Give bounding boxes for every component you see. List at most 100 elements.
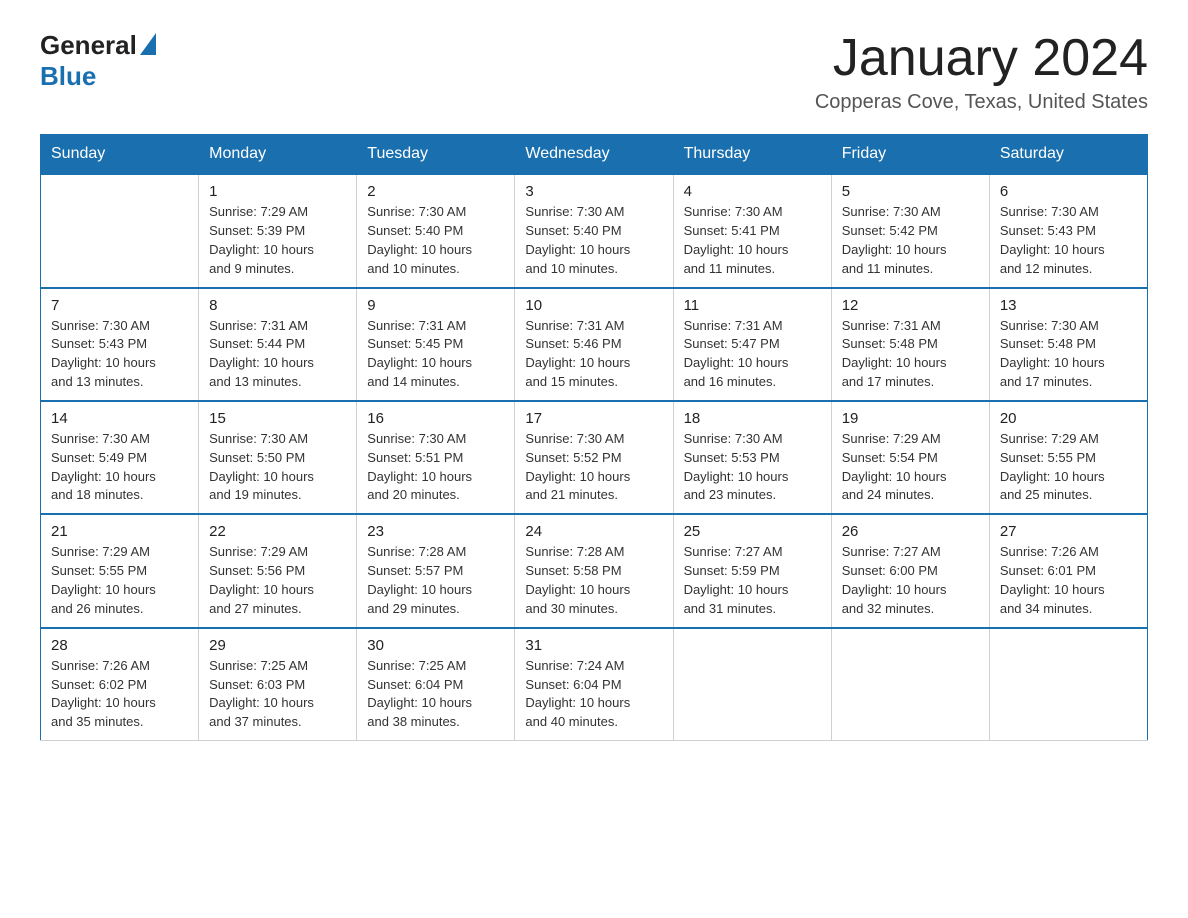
day-number: 20 bbox=[1000, 410, 1137, 427]
calendar-cell: 11 Sunrise: 7:31 AM Sunset: 5:47 PM Dayli… bbox=[673, 288, 831, 401]
day-number: 3 bbox=[525, 183, 662, 200]
day-info: Sunrise: 7:29 AM Sunset: 5:55 PM Dayligh… bbox=[51, 543, 188, 618]
day-info: Sunrise: 7:29 AM Sunset: 5:54 PM Dayligh… bbox=[842, 430, 979, 505]
calendar-cell: 26 Sunrise: 7:27 AM Sunset: 6:00 PM Dayli… bbox=[831, 514, 989, 627]
day-info: Sunrise: 7:30 AM Sunset: 5:49 PM Dayligh… bbox=[51, 430, 188, 505]
calendar-cell: 28Sunrise: 7:26 AM Sunset: 6:02 PM Dayli… bbox=[41, 628, 199, 741]
day-info: Sunrise: 7:30 AM Sunset: 5:52 PM Dayligh… bbox=[525, 430, 662, 505]
day-number: 29 bbox=[209, 637, 346, 654]
day-info: Sunrise: 7:31 AM Sunset: 5:46 PM Dayligh… bbox=[525, 317, 662, 392]
day-info: Sunrise: 7:30 AM Sunset: 5:50 PM Dayligh… bbox=[209, 430, 346, 505]
week-row: 1Sunrise: 7:29 AM Sunset: 5:39 PM Daylig… bbox=[41, 174, 1148, 287]
logo-general-text: General bbox=[40, 30, 137, 61]
calendar-cell: 22 Sunrise: 7:29 AM Sunset: 5:56 PM Dayli… bbox=[199, 514, 357, 627]
calendar-cell bbox=[831, 628, 989, 741]
day-info: Sunrise: 7:26 AM Sunset: 6:01 PM Dayligh… bbox=[1000, 543, 1137, 618]
week-row: 28Sunrise: 7:26 AM Sunset: 6:02 PM Dayli… bbox=[41, 628, 1148, 741]
header-col-wednesday: Wednesday bbox=[515, 135, 673, 175]
day-number: 19 bbox=[842, 410, 979, 427]
calendar-cell: 19 Sunrise: 7:29 AM Sunset: 5:54 PM Dayli… bbox=[831, 401, 989, 514]
day-info: Sunrise: 7:31 AM Sunset: 5:45 PM Dayligh… bbox=[367, 317, 504, 392]
calendar-cell: 3 Sunrise: 7:30 AM Sunset: 5:40 PM Daylig… bbox=[515, 174, 673, 287]
calendar-cell: 9 Sunrise: 7:31 AM Sunset: 5:45 PM Daylig… bbox=[357, 288, 515, 401]
calendar-cell bbox=[989, 628, 1147, 741]
day-info: Sunrise: 7:27 AM Sunset: 5:59 PM Dayligh… bbox=[684, 543, 821, 618]
calendar-cell bbox=[673, 628, 831, 741]
calendar-cell: 16 Sunrise: 7:30 AM Sunset: 5:51 PM Dayli… bbox=[357, 401, 515, 514]
header-col-monday: Monday bbox=[199, 135, 357, 175]
day-number: 6 bbox=[1000, 183, 1137, 200]
calendar-cell: 4Sunrise: 7:30 AM Sunset: 5:41 PM Daylig… bbox=[673, 174, 831, 287]
day-number: 18 bbox=[684, 410, 821, 427]
logo: General Blue bbox=[40, 30, 156, 92]
calendar-cell: 14 Sunrise: 7:30 AM Sunset: 5:49 PM Dayli… bbox=[41, 401, 199, 514]
day-info: Sunrise: 7:30 AM Sunset: 5:51 PM Dayligh… bbox=[367, 430, 504, 505]
calendar-cell: 13 Sunrise: 7:30 AM Sunset: 5:48 PM Dayli… bbox=[989, 288, 1147, 401]
calendar-table: SundayMondayTuesdayWednesdayThursdayFrid… bbox=[40, 134, 1148, 741]
header-col-thursday: Thursday bbox=[673, 135, 831, 175]
calendar-cell: 18 Sunrise: 7:30 AM Sunset: 5:53 PM Dayli… bbox=[673, 401, 831, 514]
day-number: 21 bbox=[51, 523, 188, 540]
day-number: 23 bbox=[367, 523, 504, 540]
day-number: 7 bbox=[51, 297, 188, 314]
calendar-cell: 15 Sunrise: 7:30 AM Sunset: 5:50 PM Dayli… bbox=[199, 401, 357, 514]
main-title: January 2024 bbox=[815, 30, 1148, 87]
week-row: 21 Sunrise: 7:29 AM Sunset: 5:55 PM Dayli… bbox=[41, 514, 1148, 627]
day-number: 12 bbox=[842, 297, 979, 314]
calendar-cell: 24 Sunrise: 7:28 AM Sunset: 5:58 PM Dayli… bbox=[515, 514, 673, 627]
day-info: Sunrise: 7:30 AM Sunset: 5:53 PM Dayligh… bbox=[684, 430, 821, 505]
calendar-cell: 27Sunrise: 7:26 AM Sunset: 6:01 PM Dayli… bbox=[989, 514, 1147, 627]
day-info: Sunrise: 7:28 AM Sunset: 5:57 PM Dayligh… bbox=[367, 543, 504, 618]
calendar-cell: 29Sunrise: 7:25 AM Sunset: 6:03 PM Dayli… bbox=[199, 628, 357, 741]
calendar-cell: 6 Sunrise: 7:30 AM Sunset: 5:43 PM Daylig… bbox=[989, 174, 1147, 287]
day-number: 22 bbox=[209, 523, 346, 540]
day-number: 10 bbox=[525, 297, 662, 314]
header-col-tuesday: Tuesday bbox=[357, 135, 515, 175]
day-number: 8 bbox=[209, 297, 346, 314]
week-row: 7 Sunrise: 7:30 AM Sunset: 5:43 PM Daylig… bbox=[41, 288, 1148, 401]
logo-blue-text: Blue bbox=[40, 61, 96, 91]
day-info: Sunrise: 7:30 AM Sunset: 5:43 PM Dayligh… bbox=[51, 317, 188, 392]
calendar-cell: 23 Sunrise: 7:28 AM Sunset: 5:57 PM Dayli… bbox=[357, 514, 515, 627]
subtitle: Copperas Cove, Texas, United States bbox=[815, 91, 1148, 114]
calendar-cell: 17Sunrise: 7:30 AM Sunset: 5:52 PM Dayli… bbox=[515, 401, 673, 514]
title-block: January 2024 Copperas Cove, Texas, Unite… bbox=[815, 30, 1148, 114]
calendar-cell: 8 Sunrise: 7:31 AM Sunset: 5:44 PM Daylig… bbox=[199, 288, 357, 401]
calendar-cell: 1Sunrise: 7:29 AM Sunset: 5:39 PM Daylig… bbox=[199, 174, 357, 287]
day-info: Sunrise: 7:30 AM Sunset: 5:40 PM Dayligh… bbox=[367, 203, 504, 278]
calendar-cell: 20Sunrise: 7:29 AM Sunset: 5:55 PM Dayli… bbox=[989, 401, 1147, 514]
day-number: 26 bbox=[842, 523, 979, 540]
day-number: 30 bbox=[367, 637, 504, 654]
calendar-header: SundayMondayTuesdayWednesdayThursdayFrid… bbox=[41, 135, 1148, 175]
calendar-cell: 25Sunrise: 7:27 AM Sunset: 5:59 PM Dayli… bbox=[673, 514, 831, 627]
calendar-cell: 10 Sunrise: 7:31 AM Sunset: 5:46 PM Dayli… bbox=[515, 288, 673, 401]
day-info: Sunrise: 7:30 AM Sunset: 5:48 PM Dayligh… bbox=[1000, 317, 1137, 392]
calendar-cell: 12 Sunrise: 7:31 AM Sunset: 5:48 PM Dayli… bbox=[831, 288, 989, 401]
day-number: 11 bbox=[684, 297, 821, 314]
day-number: 9 bbox=[367, 297, 504, 314]
day-number: 2 bbox=[367, 183, 504, 200]
calendar-cell: 30 Sunrise: 7:25 AM Sunset: 6:04 PM Dayli… bbox=[357, 628, 515, 741]
day-info: Sunrise: 7:31 AM Sunset: 5:48 PM Dayligh… bbox=[842, 317, 979, 392]
day-number: 14 bbox=[51, 410, 188, 427]
day-info: Sunrise: 7:31 AM Sunset: 5:47 PM Dayligh… bbox=[684, 317, 821, 392]
day-info: Sunrise: 7:29 AM Sunset: 5:56 PM Dayligh… bbox=[209, 543, 346, 618]
day-info: Sunrise: 7:25 AM Sunset: 6:04 PM Dayligh… bbox=[367, 657, 504, 732]
day-info: Sunrise: 7:28 AM Sunset: 5:58 PM Dayligh… bbox=[525, 543, 662, 618]
day-info: Sunrise: 7:31 AM Sunset: 5:44 PM Dayligh… bbox=[209, 317, 346, 392]
day-number: 24 bbox=[525, 523, 662, 540]
header-col-sunday: Sunday bbox=[41, 135, 199, 175]
day-info: Sunrise: 7:30 AM Sunset: 5:41 PM Dayligh… bbox=[684, 203, 821, 278]
day-number: 16 bbox=[367, 410, 504, 427]
day-number: 5 bbox=[842, 183, 979, 200]
day-info: Sunrise: 7:30 AM Sunset: 5:40 PM Dayligh… bbox=[525, 203, 662, 278]
header-col-friday: Friday bbox=[831, 135, 989, 175]
day-info: Sunrise: 7:27 AM Sunset: 6:00 PM Dayligh… bbox=[842, 543, 979, 618]
header-col-saturday: Saturday bbox=[989, 135, 1147, 175]
day-number: 13 bbox=[1000, 297, 1137, 314]
page-header: General Blue January 2024 Copperas Cove,… bbox=[40, 30, 1148, 114]
day-info: Sunrise: 7:24 AM Sunset: 6:04 PM Dayligh… bbox=[525, 657, 662, 732]
day-info: Sunrise: 7:29 AM Sunset: 5:39 PM Dayligh… bbox=[209, 203, 346, 278]
day-info: Sunrise: 7:30 AM Sunset: 5:43 PM Dayligh… bbox=[1000, 203, 1137, 278]
day-number: 15 bbox=[209, 410, 346, 427]
